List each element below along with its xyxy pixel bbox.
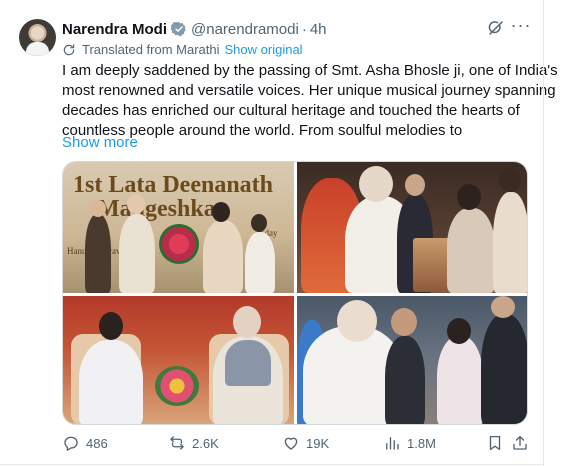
person-head [405,174,425,196]
action-bar: 486 2.6K 19K 1.8M [62,434,528,454]
author-handle[interactable]: @narendramodi [191,21,299,38]
author-display-name[interactable]: Narendra Modi [62,21,167,38]
reply-button[interactable]: 486 [62,434,108,452]
person-head [127,194,145,214]
timeline-divider [543,0,544,466]
person-figure [85,214,111,293]
person-head [499,168,521,192]
person-head [457,184,481,210]
bookmark-icon [489,435,501,451]
views-chart-icon [386,437,399,450]
show-original-link[interactable]: Show original [225,42,303,57]
person-figure [79,340,143,424]
person-head [99,312,123,340]
heart-icon [284,437,298,450]
media-grid: 1st Lata Deenanath Mangeshkar Hanumanthr… [62,161,528,425]
views-button[interactable]: 1.8M [383,434,436,452]
separator-dot: · [301,20,307,38]
photo-4-greeting-crowd[interactable] [297,296,527,424]
views-count: 1.8M [407,435,436,451]
person-head [337,300,377,342]
person-figure [437,336,483,424]
person-head [90,200,106,217]
person-head [251,214,267,232]
reply-icon [64,436,78,451]
share-icon [513,435,527,450]
translation-notice: Translated from Marathi Show original [62,42,303,57]
show-more-link[interactable]: Show more [62,134,138,151]
bookmark-button[interactable] [486,434,510,452]
more-options-icon[interactable]: ··· [511,15,531,35]
person-head [447,318,471,344]
person-head [233,306,261,338]
reply-count: 486 [86,435,108,451]
person-figure [385,336,425,424]
like-button[interactable]: 19K [282,434,329,452]
post-text-line: I am deeply saddened by the passing of S… [62,62,558,79]
person-figure [245,232,275,293]
vest [225,340,271,386]
post-text-line: most renowned and versatile voices. Her … [62,82,556,99]
repost-icon [170,436,184,450]
verified-badge-icon [171,22,186,37]
grok-icon[interactable] [486,18,506,38]
photo-3-seated-meeting[interactable] [63,296,294,424]
post-divider [0,464,544,465]
flower-bouquet [159,224,199,264]
translate-icon [63,43,75,55]
person-head [491,296,515,318]
flower-arrangement [155,366,199,406]
person-figure [493,192,527,293]
person-head [391,308,417,336]
repost-count: 2.6K [192,435,219,451]
photo-2-greeting[interactable] [297,162,527,293]
photo-1-banner-line-1: 1st Lata Deenanath [73,172,274,198]
translated-label: Translated from Marathi [82,42,220,57]
photo-1-banner-line-2: Mangeshkar [97,196,227,222]
avatar-photo [26,42,49,56]
post-text-line: decades has enriched our cultural herita… [62,102,520,119]
post-text: I am deeply saddened by the passing of S… [62,61,558,141]
person-figure [481,314,527,424]
person-head [359,166,393,202]
post-card[interactable]: Narendra Modi @narendramodi · 4h ··· Tra… [0,0,558,466]
like-count: 19K [306,435,330,451]
share-button[interactable] [511,434,535,452]
person-head [212,202,230,222]
person-figure [119,214,155,293]
post-time[interactable]: 4h [310,21,327,38]
person-figure [447,208,495,293]
photo-1-award-ceremony[interactable]: 1st Lata Deenanath Mangeshkar Hanumanthr… [63,162,294,293]
person-figure [203,220,243,293]
author-line: Narendra Modi @narendramodi · 4h [62,19,327,39]
author-avatar[interactable] [19,19,56,56]
repost-button[interactable]: 2.6K [168,434,219,452]
